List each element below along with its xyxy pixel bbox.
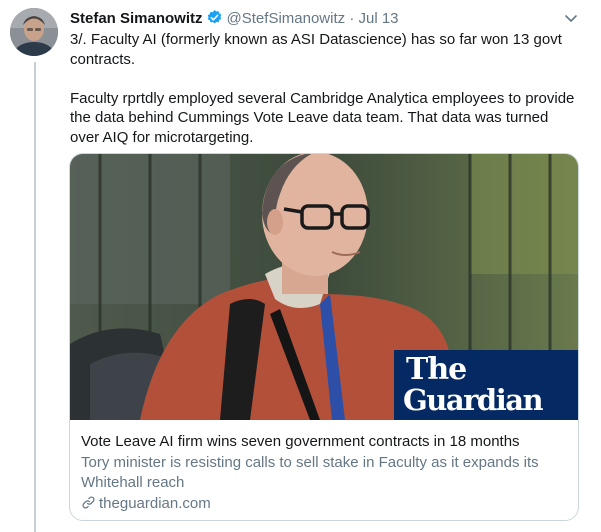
card-domain-text: theguardian.com [99,495,211,512]
author-handle[interactable]: @StefSimanowitz [227,10,346,27]
tweet-header: Stefan Simanowitz @StefSimanowitz · Jul 1… [70,9,581,29]
card-body: Vote Leave AI firm wins seven government… [81,432,568,516]
chevron-down-icon[interactable] [563,10,579,26]
thread-connector-line [34,62,36,532]
card-image: The Guardian [70,154,578,420]
separator-dot: · [349,10,355,27]
tweet-paragraph: Faculty rprtdly employed several Cambrid… [70,89,575,146]
avatar-photo [10,8,58,56]
card-title[interactable]: Vote Leave AI firm wins seven government… [81,432,568,452]
card-description: Tory minister is resisting calls to sell… [81,454,539,491]
verified-badge-icon [206,9,223,32]
guardian-logo: The Guardian [394,350,578,420]
author-name[interactable]: Stefan Simanowitz [70,10,203,27]
logo-line-guardian: Guardian [403,383,544,417]
avatar[interactable] [10,8,58,56]
card-domain[interactable]: theguardian.com [81,494,568,516]
tweet-paragraph: 3/. Faculty AI (formerly known as ASI Da… [70,31,562,68]
link-icon [81,495,96,516]
tweet-text: 3/. Faculty AI (formerly known as ASI Da… [70,30,580,147]
logo-line-the: The [406,352,467,387]
link-preview-card[interactable]: The Guardian Vote Leave AI firm wins sev… [69,153,579,521]
tweet-date[interactable]: Jul 13 [358,10,398,27]
